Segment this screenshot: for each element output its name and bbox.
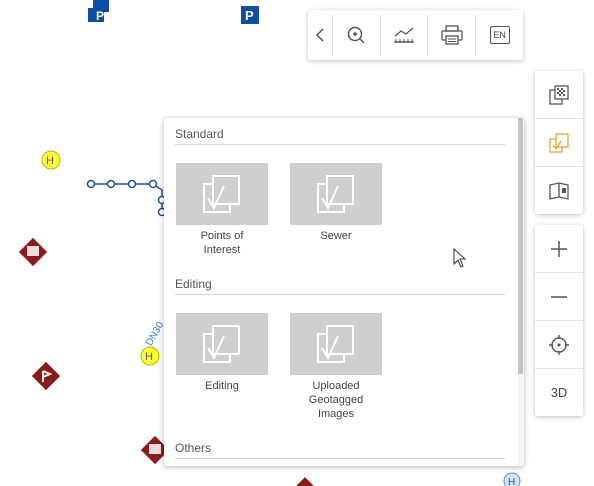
hydrant-label: H	[508, 477, 515, 486]
scrollbar-track[interactable]	[518, 118, 524, 466]
measure-button[interactable]	[379, 15, 428, 55]
hydrant-label: H	[145, 351, 153, 363]
layer-tile-uploaded-geotagged-images[interactable]: Uploaded Geotagged Images	[290, 313, 382, 421]
layer-checkbox-icon	[203, 325, 240, 363]
poi-museum-marker[interactable]	[18, 237, 48, 267]
layer-tile-points-of-interest[interactable]: Points of Interest	[176, 163, 268, 257]
layer-tile-label: Editing	[205, 380, 239, 392]
mouse-pointer-icon	[453, 248, 467, 268]
zoom-out-button[interactable]	[535, 272, 583, 320]
legend-button[interactable]	[535, 166, 583, 214]
parking-label: P	[245, 8, 254, 23]
printer-icon	[441, 25, 463, 45]
layer-thumbnail	[176, 313, 268, 375]
crosshair-icon	[549, 334, 569, 355]
parking-label: P	[96, 9, 104, 23]
locate-button[interactable]	[535, 320, 583, 368]
layer-thumbnail	[290, 163, 382, 225]
layer-checkbox-icon	[317, 175, 354, 213]
hydrant-marker[interactable]: H	[140, 346, 160, 366]
basemap-button[interactable]	[535, 71, 583, 118]
layer-selection-panel: Standard Points of Interest Sewer Editin…	[164, 118, 524, 466]
map-tools-panel	[535, 71, 583, 214]
3d-button[interactable]: 3D	[535, 368, 583, 416]
language-button[interactable]: EN	[475, 15, 523, 55]
poi-marker[interactable]	[295, 477, 315, 486]
parking-marker[interactable]: P	[241, 6, 259, 24]
minus-icon	[551, 295, 567, 298]
hydrant-marker[interactable]: H	[41, 150, 61, 170]
zoom-in-button[interactable]	[535, 225, 583, 272]
section-title-standard: Standard	[175, 127, 224, 141]
layer-checkbox-icon	[317, 325, 354, 363]
layer-tile-label: Sewer	[320, 230, 352, 242]
book-map-icon	[549, 181, 569, 200]
layer-tile-label: Uploaded Geotagged Images	[308, 380, 364, 420]
hydrant-marker[interactable]: H	[503, 472, 521, 486]
sewer-pipe[interactable]: DN30	[86, 179, 167, 348]
layer-checkbox-icon	[203, 175, 240, 213]
zoom-to-button[interactable]	[331, 15, 380, 55]
language-icon: EN	[489, 26, 510, 44]
layer-tile-label: Points of Interest	[200, 230, 244, 256]
section-divider	[175, 294, 505, 295]
basemap-layers-icon	[549, 84, 569, 105]
chevron-left-icon	[315, 28, 324, 42]
print-button[interactable]	[427, 15, 475, 55]
section-divider	[175, 458, 505, 459]
map-toolbar: EN	[308, 10, 523, 60]
zoom-target-icon	[348, 26, 365, 44]
layer-tile-sewer[interactable]: Sewer	[290, 163, 382, 243]
section-title-editing: Editing	[175, 277, 212, 291]
section-divider	[175, 144, 505, 145]
measure-icon	[394, 27, 415, 43]
layers-button[interactable]	[535, 118, 583, 166]
poi-flag-marker[interactable]	[31, 361, 61, 391]
layer-stack-icon	[549, 132, 569, 153]
section-title-others: Others	[175, 441, 212, 455]
layer-tile-editing[interactable]: Editing	[176, 313, 268, 393]
layer-thumbnail	[290, 313, 382, 375]
hydrant-label: H	[46, 155, 54, 167]
scrollbar-thumb[interactable]	[518, 118, 523, 374]
layer-thumbnail	[176, 163, 268, 225]
parking-marker[interactable]: P	[88, 0, 109, 23]
map-navigation-panel: 3D	[535, 225, 583, 416]
back-button[interactable]	[308, 15, 332, 55]
plus-icon	[551, 240, 567, 257]
